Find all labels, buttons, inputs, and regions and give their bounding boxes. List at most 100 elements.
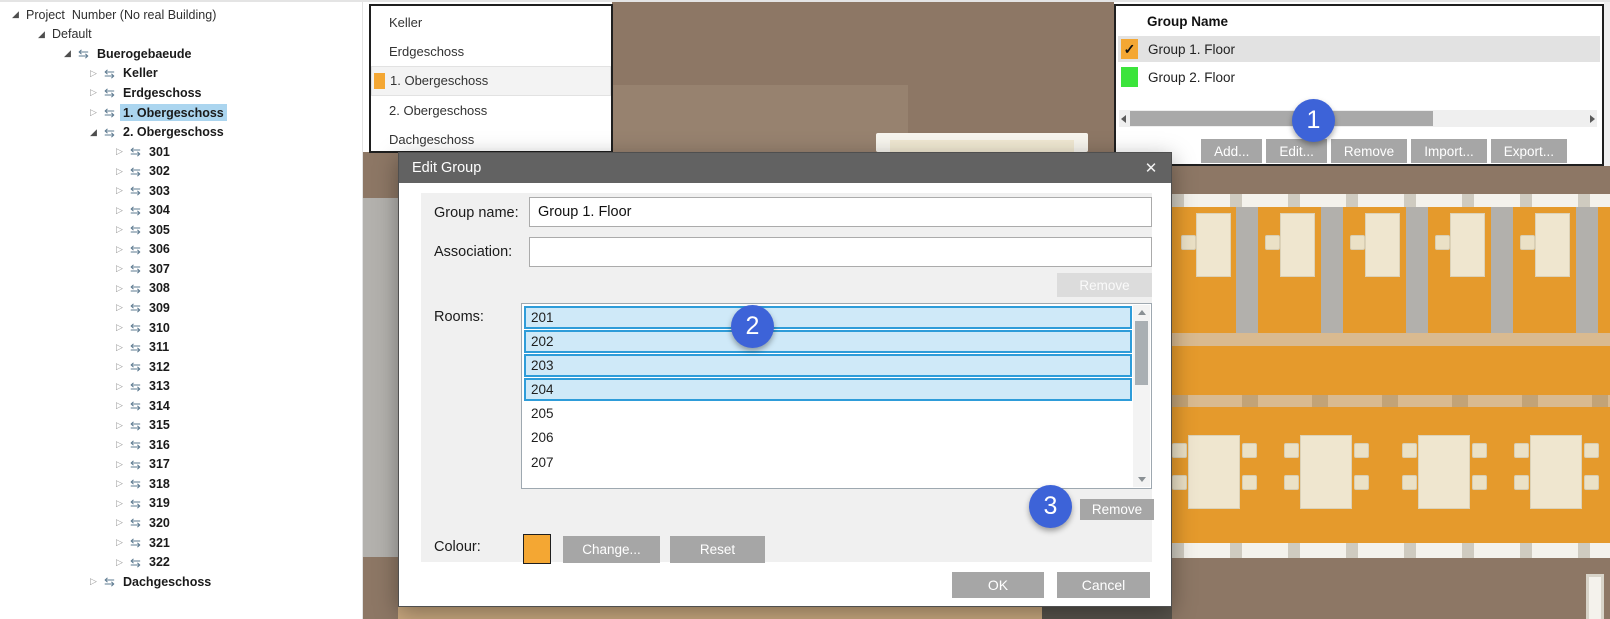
expand-arrow-icon[interactable]: ▷ <box>112 499 127 508</box>
tree-item[interactable]: ▷⇆312 <box>0 357 362 377</box>
tree-item[interactable]: ▷⇆1. Obergeschoss <box>0 103 362 123</box>
expand-arrow-icon[interactable]: ▷ <box>86 577 101 586</box>
group-name-input[interactable] <box>529 197 1152 227</box>
floor-list-item[interactable]: Erdgeschoss <box>371 37 611 66</box>
expand-arrow-icon[interactable]: ▷ <box>112 382 127 391</box>
expand-arrow-icon[interactable]: ▷ <box>112 245 127 254</box>
close-icon[interactable]: ✕ <box>1135 153 1167 183</box>
scroll-down-icon[interactable] <box>1138 477 1146 482</box>
group-list-item[interactable]: Group 2. Floor <box>1118 64 1600 90</box>
expand-arrow-icon[interactable]: ▷ <box>112 343 127 352</box>
tree-item[interactable]: ▷⇆314 <box>0 396 362 416</box>
expand-arrow-icon[interactable]: ▷ <box>112 303 127 312</box>
tree-item[interactable]: ▷⇆321 <box>0 533 362 553</box>
tree-item[interactable]: ▷⇆310 <box>0 318 362 338</box>
expand-arrow-icon[interactable]: ▷ <box>112 284 127 293</box>
scroll-left-icon[interactable] <box>1121 115 1126 123</box>
group-list-item[interactable]: ✓Group 1. Floor <box>1118 36 1600 62</box>
tree-item[interactable]: ◢⇆Buerogebaeude <box>0 44 362 64</box>
floor-list-item[interactable]: 1. Obergeschoss <box>371 66 611 95</box>
expand-arrow-icon[interactable]: ▷ <box>112 323 127 332</box>
rooms-listbox[interactable]: 201202203204205206207 <box>521 303 1152 489</box>
tree-item[interactable]: ▷⇆317 <box>0 455 362 475</box>
scrollbar-thumb[interactable] <box>1135 321 1148 385</box>
dialog-titlebar[interactable]: Edit Group ✕ <box>399 153 1171 183</box>
expand-arrow-icon[interactable]: ▷ <box>86 88 101 97</box>
tree-item[interactable]: ▷⇆322 <box>0 552 362 572</box>
tree-item[interactable]: ◢Default <box>0 25 362 45</box>
tree-item[interactable]: ▷⇆313 <box>0 376 362 396</box>
room-list-item[interactable]: 204 <box>524 378 1132 401</box>
tree-item[interactable]: ▷⇆315 <box>0 415 362 435</box>
tree-item[interactable]: ▷⇆302 <box>0 161 362 181</box>
group-import-button[interactable]: Import... <box>1411 139 1487 163</box>
tree-item[interactable]: ▷⇆307 <box>0 259 362 279</box>
tree-item[interactable]: ▷⇆319 <box>0 494 362 514</box>
floor-list-item[interactable]: Keller <box>371 8 611 37</box>
collapse-arrow-icon[interactable]: ◢ <box>86 128 101 137</box>
collapse-arrow-icon[interactable]: ◢ <box>34 30 49 39</box>
checkmark-icon[interactable]: ✓ <box>1121 39 1138 59</box>
expand-arrow-icon[interactable]: ▷ <box>112 147 127 156</box>
expand-arrow-icon[interactable]: ▷ <box>112 362 127 371</box>
expand-arrow-icon[interactable]: ▷ <box>112 440 127 449</box>
colour-swatch[interactable] <box>523 534 551 564</box>
tree-item[interactable]: ▷⇆318 <box>0 474 362 494</box>
expand-arrow-icon[interactable]: ▷ <box>112 421 127 430</box>
collapse-arrow-icon[interactable]: ◢ <box>60 49 75 58</box>
tree-item[interactable]: ▷⇆304 <box>0 200 362 220</box>
reset-colour-button[interactable]: Reset <box>670 536 765 563</box>
expand-arrow-icon[interactable]: ▷ <box>112 558 127 567</box>
scroll-right-icon[interactable] <box>1590 115 1595 123</box>
collapse-arrow-icon[interactable]: ◢ <box>8 10 23 19</box>
group-add-button[interactable]: Add... <box>1201 139 1262 163</box>
tree-item[interactable]: ◢⇆2. Obergeschoss <box>0 122 362 142</box>
tree-item[interactable]: ▷⇆316 <box>0 435 362 455</box>
expand-arrow-icon[interactable]: ▷ <box>112 460 127 469</box>
group-remove-button[interactable]: Remove <box>1331 139 1407 163</box>
expand-arrow-icon[interactable]: ▷ <box>112 167 127 176</box>
tree-item[interactable]: ▷⇆303 <box>0 181 362 201</box>
tree-item[interactable]: ▷⇆311 <box>0 337 362 357</box>
tree-item[interactable]: ▷⇆320 <box>0 513 362 533</box>
expand-arrow-icon[interactable]: ▷ <box>112 186 127 195</box>
expand-arrow-icon[interactable]: ▷ <box>112 479 127 488</box>
tree-item[interactable]: ▷⇆308 <box>0 279 362 299</box>
tree-item[interactable]: ▷⇆301 <box>0 142 362 162</box>
room-list-item[interactable]: 206 <box>523 426 1132 451</box>
expand-arrow-icon[interactable]: ▷ <box>86 69 101 78</box>
scroll-up-icon[interactable] <box>1138 310 1146 315</box>
rooms-scrollbar[interactable] <box>1133 305 1150 487</box>
expand-arrow-icon[interactable]: ▷ <box>112 225 127 234</box>
tree-item[interactable]: ◢Project Number (No real Building) <box>0 5 362 25</box>
tree-item[interactable]: ▷⇆306 <box>0 240 362 260</box>
ok-button[interactable]: OK <box>952 572 1044 598</box>
expand-arrow-icon[interactable]: ▷ <box>112 538 127 547</box>
group-export-button[interactable]: Export... <box>1491 139 1567 163</box>
room-list-item[interactable]: 201 <box>524 306 1132 329</box>
room-list-item[interactable]: 207 <box>523 450 1132 475</box>
change-colour-button[interactable]: Change... <box>563 536 660 563</box>
expand-arrow-icon[interactable]: ▷ <box>112 264 127 273</box>
tree-item[interactable]: ▷⇆Erdgeschoss <box>0 83 362 103</box>
association-input[interactable] <box>529 237 1152 267</box>
group-edit-button[interactable]: Edit... <box>1266 139 1327 163</box>
remove-rooms-button[interactable]: Remove <box>1080 499 1154 520</box>
expand-arrow-icon[interactable]: ▷ <box>86 108 101 117</box>
expand-arrow-icon[interactable]: ▷ <box>112 401 127 410</box>
floor-list-item[interactable]: 2. Obergeschoss <box>371 96 611 125</box>
group-scrollbar[interactable] <box>1119 110 1597 127</box>
expand-arrow-icon[interactable]: ▷ <box>112 518 127 527</box>
scrollbar-thumb[interactable] <box>1130 111 1433 126</box>
room-list-item[interactable]: 203 <box>524 354 1132 377</box>
tree-item[interactable]: ▷⇆305 <box>0 220 362 240</box>
tree-item[interactable]: ▷⇆Dachgeschoss <box>0 572 362 592</box>
tree-item[interactable]: ▷⇆Keller <box>0 64 362 84</box>
expand-arrow-icon[interactable]: ▷ <box>112 206 127 215</box>
room-list-item[interactable]: 205 <box>523 401 1132 426</box>
group-color-swatch[interactable] <box>1121 67 1138 87</box>
room-list-item[interactable]: 202 <box>524 330 1132 353</box>
cancel-button[interactable]: Cancel <box>1057 572 1150 598</box>
tree-item[interactable]: ▷⇆309 <box>0 298 362 318</box>
floor-list-item[interactable]: Dachgeschoss <box>371 125 611 154</box>
